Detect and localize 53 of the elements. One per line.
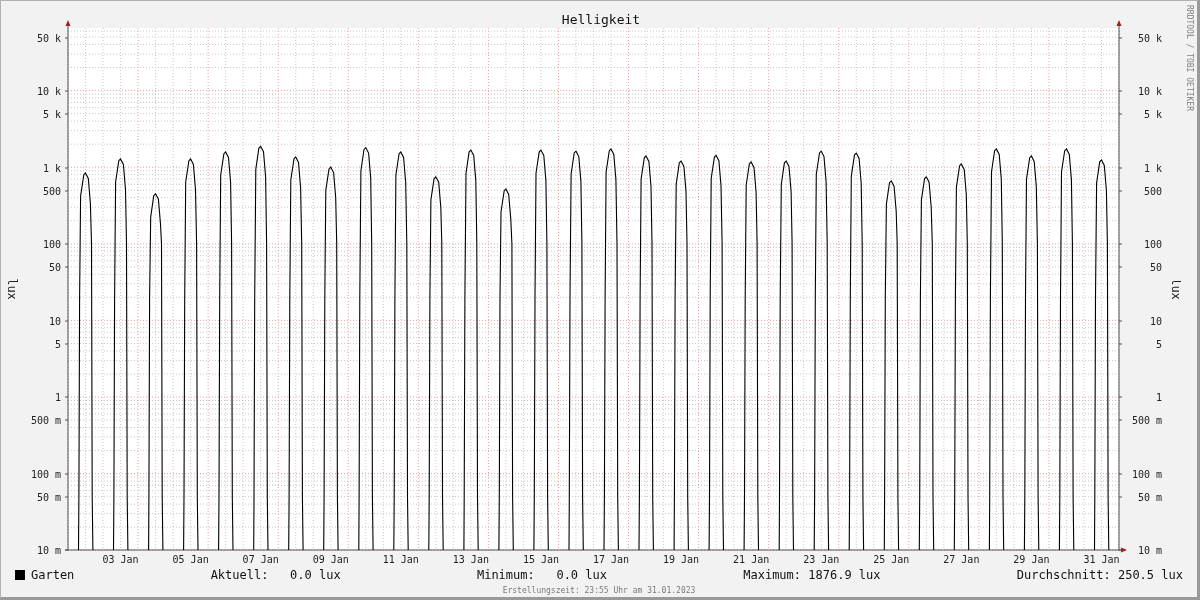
tick-label: 07 Jan (242, 554, 279, 565)
tick-label: 5 k (42, 109, 61, 120)
tick-label: 10 m (1137, 545, 1162, 556)
tick-label: 100 (1143, 239, 1162, 250)
statistic-text: Aktuell: 0.0 lux (210, 568, 341, 582)
tick-label: 21 Jan (733, 554, 770, 565)
tick-label: 1 (54, 392, 61, 403)
tick-label: 500 (1143, 186, 1162, 197)
tick-label: 500 m (30, 415, 61, 426)
y-axis-label: lux (1169, 278, 1181, 300)
tick-label: 11 Jan (382, 554, 419, 565)
statistic-text: Minimum: 0.0 lux (476, 568, 607, 582)
tick-label: 27 Jan (943, 554, 980, 565)
tick-label: 500 m (1131, 415, 1162, 426)
tick-label: 17 Jan (592, 554, 630, 565)
tick-label: 10 k (36, 86, 61, 97)
tick-label: 29 Jan (1013, 554, 1050, 565)
tick-label: 50 (1149, 262, 1162, 273)
chart-title: Helligkeit (561, 12, 641, 27)
tick-label: 10 (48, 316, 61, 327)
tick-label: 03 Jan (102, 554, 139, 565)
tick-label: 5 (54, 339, 61, 350)
tick-label: 50 k (1137, 33, 1162, 44)
tick-label: 31 Jan (1083, 554, 1120, 565)
tick-label: 19 Jan (663, 554, 700, 565)
credit-text: RRDTOOL / TOBI OETIKER (1184, 4, 1195, 111)
tick-label: 500 (42, 186, 61, 197)
tick-label: 100 m (30, 469, 61, 480)
y-axis-label: lux (5, 278, 19, 300)
legend-label: Garten (31, 568, 75, 582)
tick-label: 5 (1155, 339, 1162, 350)
tick-label: 15 Jan (522, 554, 559, 565)
statistic-text: Durchschnitt: 250.5 lux (1016, 568, 1183, 582)
tick-label: 10 k (1137, 86, 1162, 97)
tick-label: 25 Jan (873, 554, 910, 565)
tick-label: 05 Jan (172, 554, 209, 565)
tick-label: 13 Jan (452, 554, 489, 565)
tick-label: 10 (1149, 316, 1162, 327)
tick-label: 50 m (1137, 492, 1162, 503)
tick-label: 50 m (36, 492, 61, 503)
statistic-text: Maximum: 1876.9 lux (743, 568, 881, 582)
tick-label: 10 m (36, 545, 61, 556)
tick-label: 50 k (36, 33, 61, 44)
tick-label: 100 (42, 239, 61, 250)
creation-time-text: Erstellungszeit: 23:55 Uhr am 31.01.2023 (501, 586, 697, 595)
tick-label: 1 k (1143, 163, 1162, 174)
tick-label: 09 Jan (312, 554, 349, 565)
tick-label: 1 k (42, 163, 61, 174)
tick-label: 1 (1155, 392, 1162, 403)
tick-label: 23 Jan (803, 554, 840, 565)
tick-label: 5 k (1143, 109, 1162, 120)
tick-label: 100 m (1131, 469, 1162, 480)
tick-label: 50 (48, 262, 61, 273)
